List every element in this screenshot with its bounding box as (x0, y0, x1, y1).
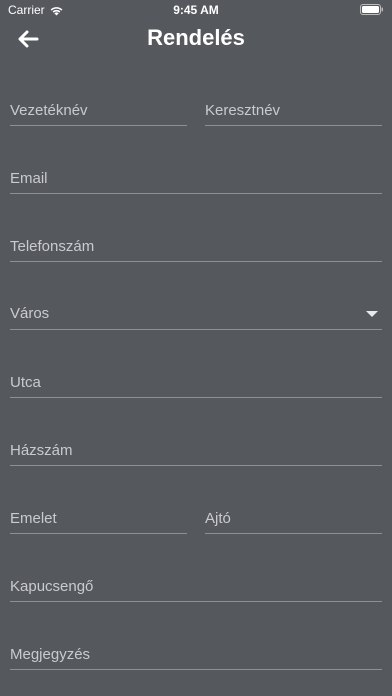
note-input[interactable] (10, 640, 382, 668)
navigation-header: Rendelés (0, 20, 392, 60)
first-name-input[interactable] (205, 96, 382, 124)
floor-field-wrapper (10, 504, 187, 534)
city-select[interactable]: Város (10, 300, 382, 330)
house-number-input[interactable] (10, 436, 382, 464)
status-time: 9:45 AM (173, 3, 219, 17)
house-number-field-wrapper (10, 436, 382, 466)
battery-icon (360, 4, 383, 15)
caret-down-icon (366, 311, 378, 317)
first-name-field-wrapper (205, 96, 382, 126)
door-input[interactable] (205, 504, 382, 532)
doorbell-field-wrapper (10, 572, 382, 602)
street-field-wrapper (10, 368, 382, 398)
phone-input[interactable] (10, 232, 382, 260)
status-bar: Carrier 9:45 AM (0, 0, 392, 20)
phone-field-wrapper (10, 232, 382, 262)
last-name-field-wrapper (10, 96, 187, 126)
doorbell-input[interactable] (10, 572, 382, 600)
door-field-wrapper (205, 504, 382, 534)
page-title: Rendelés (147, 25, 245, 50)
email-input[interactable] (10, 164, 382, 192)
floor-input[interactable] (10, 504, 187, 532)
city-select-label: Város (10, 305, 50, 322)
email-field-wrapper (10, 164, 382, 194)
last-name-input[interactable] (10, 96, 187, 124)
street-input[interactable] (10, 368, 382, 396)
note-field-wrapper (10, 640, 382, 670)
